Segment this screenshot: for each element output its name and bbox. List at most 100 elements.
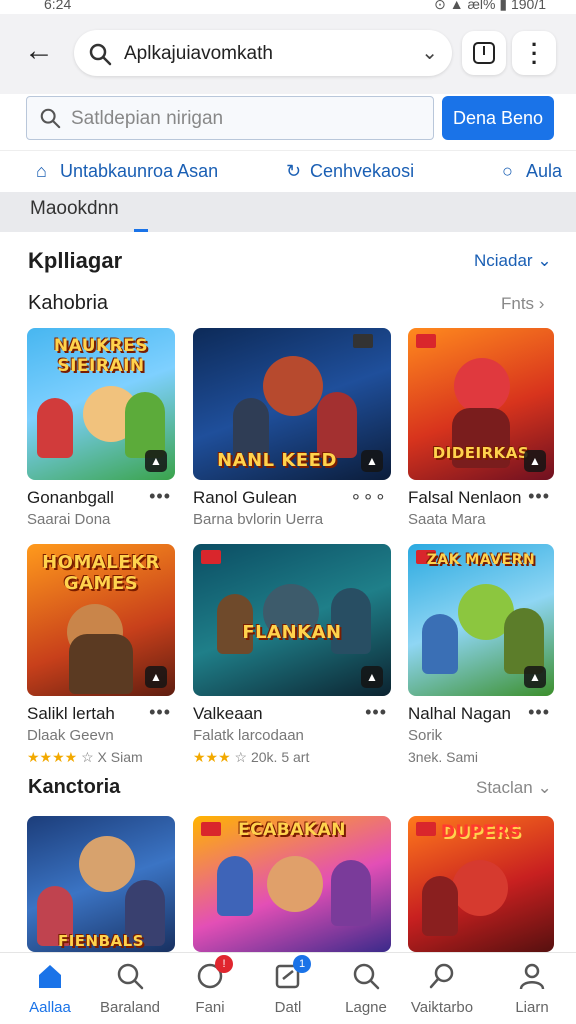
character-art [37,398,73,458]
corner-tag [353,334,373,348]
nav-item-datl[interactable]: 1 Datl [244,955,332,1016]
app-card[interactable]: NAUKRES SIEIRAIN ▲ Gonanbgall ••• Saarai… [27,328,175,528]
app-rating: ★★★★ ☆ X Siam [27,749,143,766]
app-thumbnail[interactable]: NANL KEED ▲ [193,328,391,480]
character-art [79,836,135,892]
nav-label: Lagne [345,999,387,1016]
more-options-icon[interactable]: ∘∘∘ [350,486,387,507]
install-badge-icon: ▲ [524,666,546,688]
back-arrow-icon[interactable]: ← [24,36,56,68]
character-art [217,856,253,916]
chevron-right-icon: › [538,294,545,313]
more-options-icon[interactable]: ••• [149,486,171,507]
more-options-icon[interactable]: ••• [149,702,171,723]
more-options-icon[interactable]: ••• [528,486,550,507]
timer-button[interactable] [462,31,506,75]
app-thumbnail[interactable]: DIDEIRKAS ▲ [408,328,554,480]
search-query-text: Aplkajuiavomkath [124,43,273,64]
tab-refresh[interactable]: ↻ Cenhvekaosi [286,161,414,182]
search-icon [351,961,381,991]
app-name: Falsal Nenlaon [408,488,522,507]
app-search-bar[interactable]: Aplkajuiavomkath ⌄ [74,30,452,76]
app-card[interactable]: HOMALEKR GAMES ▲ Salikl lertah ••• Dlaak… [27,544,175,765]
link-label: Nciadar [474,251,533,270]
chevron-down-icon: ⌄ [537,778,552,797]
character-art [454,358,510,414]
circle-icon: ○ [502,161,513,181]
app-developer: Falatk larcodaan [193,727,304,744]
app-thumbnail[interactable]: HOMALEKR GAMES ▲ [27,544,175,696]
chevron-down-icon[interactable]: ⌄ [421,40,438,65]
more-options-icon[interactable]: ••• [528,702,550,723]
app-card[interactable]: ZAK MAVERN ▲ Nalhal Nagan ••• Sorik 3nek… [408,544,554,765]
app-name: Nalhal Nagan [408,704,512,723]
app-art-title: NAUKRES SIEIRAIN [53,336,149,376]
app-card[interactable]: ECABAKAN [193,816,391,952]
app-rating: 3nek. Sami [408,749,478,765]
app-header: ← Aplkajuiavomkath ⌄ · · · [0,14,576,94]
character-art [125,392,165,458]
app-thumbnail[interactable]: DUPERS [408,816,554,952]
app-card[interactable]: NANL KEED ▲ Ranol Gulean ∘∘∘ Barna bvlor… [193,328,391,528]
search-submit-button[interactable]: Dena Beno [442,96,554,140]
app-art-title: FIENBALS [57,932,145,950]
more-menu-button[interactable]: · · · [512,31,556,75]
section-see-more-link[interactable]: Fnts › [501,294,544,314]
app-thumbnail[interactable]: ECABAKAN [193,816,391,952]
character-art [233,398,269,458]
app-name: Ranol Gulean [193,488,297,507]
nav-item-vaiktarbo[interactable]: Vaiktarbo [398,961,486,1016]
install-badge-icon: ▲ [145,450,167,472]
link-label: Fnts [501,294,535,313]
secondary-search-input[interactable]: Satldepian nirigan [26,96,434,140]
active-indicator [134,229,148,232]
nav-item-fani[interactable]: ! Fani [166,955,254,1016]
app-card[interactable]: DIDEIRKAS ▲ Falsal Nenlaon ••• Saata Mar… [408,328,554,528]
tab-more[interactable]: ○ Aula [502,161,562,182]
character-art [504,608,544,674]
app-art-title: ECABAKAN [238,820,346,840]
app-art-title: FLANKAN [242,622,342,643]
more-vertical-icon: · · · [531,32,539,75]
bottom-navigation: Aallaa Baraland ! Fani 1 Datl Lagne Vaik… [0,952,576,1024]
section-see-more-link[interactable]: Staclan ⌄ [476,778,552,798]
person-icon [517,961,547,991]
search-icon [427,961,457,991]
nav-item-home[interactable]: Aallaa [6,961,94,1016]
nav-item-search[interactable]: Baraland [86,961,174,1016]
tab-home[interactable]: ⌂ Untabkaunroa Asan [36,161,218,182]
section-title: Kahobria [28,292,109,314]
more-options-icon[interactable]: ••• [365,702,387,723]
app-thumbnail[interactable]: FLANKAN ▲ [193,544,391,696]
character-art [317,392,357,458]
corner-tag [201,550,221,564]
app-thumbnail[interactable]: ZAK MAVERN ▲ [408,544,554,696]
main-section-link[interactable]: Nciadar ⌄ [474,251,552,271]
app-art-title: HOMALEKR GAMES [42,552,160,594]
notification-badge: ! [215,955,233,973]
nav-label: Liarn [515,999,549,1016]
status-bar: 6:24 ⊙ ▲ æl% ▮ 190/1 [0,0,576,14]
app-art-title: NANL KEED [217,450,337,471]
status-time: 6:24 [44,0,72,12]
search-icon [115,961,145,991]
tab-label: Cenhvekaosi [310,161,415,181]
nav-label: Baraland [99,999,161,1016]
app-rating: ★★★ ☆ 20k. 5 art [193,749,309,766]
app-card[interactable]: DUPERS [408,816,554,952]
rating-text: ☆ 20k. 5 art [234,749,310,765]
app-developer: Sorik [408,727,443,744]
app-thumbnail[interactable]: FIENBALS [27,816,175,952]
app-card[interactable]: FIENBALS [27,816,175,952]
app-card[interactable]: FLANKAN ▲ Valkeaan ••• Falatk larcodaan … [193,544,391,765]
home-icon: ⌂ [36,161,47,181]
app-developer: Saata Mara [408,511,486,528]
nav-label: Fani [195,999,225,1016]
app-name: Gonanbgall [27,488,114,507]
sub-navigation-label[interactable]: Maookdnn [30,198,119,220]
tab-label: Untabkaunroa Asan [60,161,219,181]
nav-item-profile[interactable]: Liarn [488,961,576,1016]
app-thumbnail[interactable]: NAUKRES SIEIRAIN ▲ [27,328,175,480]
app-developer: Saarai Dona [27,511,111,528]
nav-item-lagne[interactable]: Lagne [322,961,410,1016]
